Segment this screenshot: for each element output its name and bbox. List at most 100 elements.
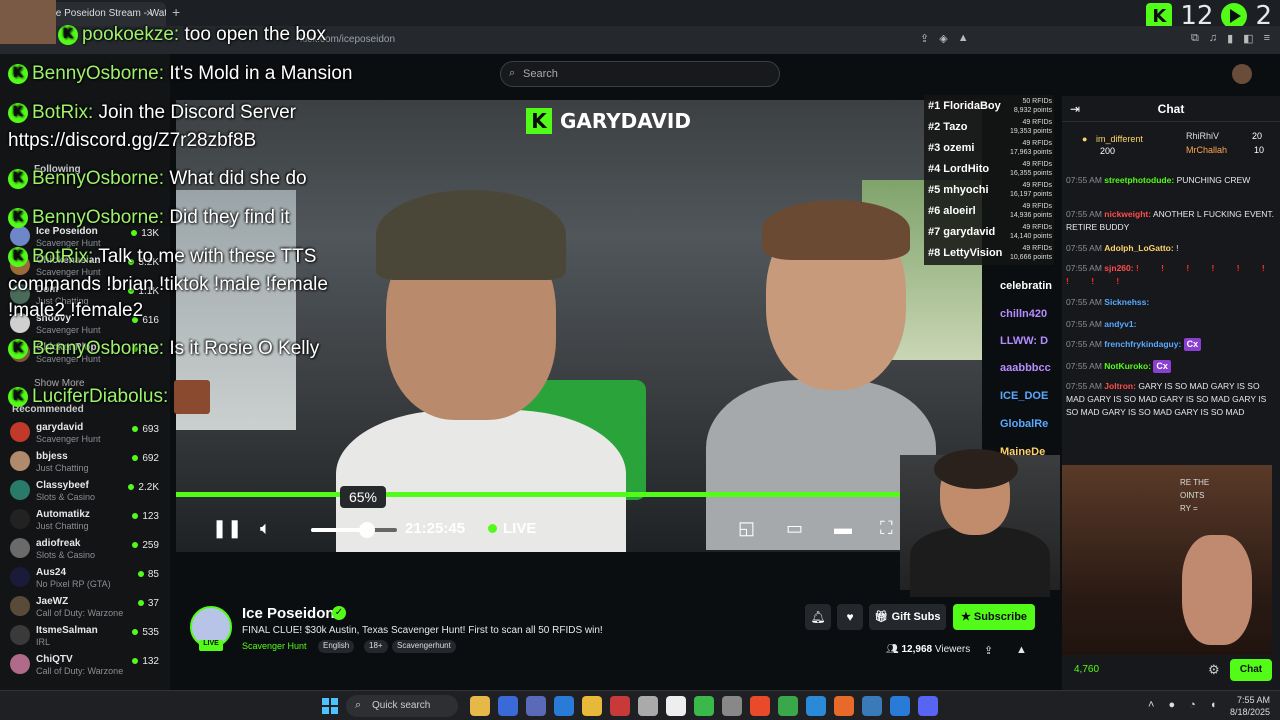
folder-icon[interactable] — [582, 696, 602, 716]
chat-username[interactable]: streetphotodude: — [1104, 175, 1174, 185]
vscode-icon[interactable] — [890, 696, 910, 716]
extensions-icon[interactable]: ⧉ — [1191, 32, 1199, 45]
channel-avatar — [10, 422, 30, 442]
clip-icon[interactable]: ▭ — [786, 518, 803, 539]
windows-start-icon[interactable] — [322, 698, 338, 714]
chat-username[interactable]: Joltron: — [1104, 381, 1136, 391]
network-icon[interactable]: ◔ — [1189, 699, 1196, 711]
share-icon[interactable]: ⇪ — [920, 32, 929, 45]
chat-message: 07:55 AM sjn260: ! ! ! ! ! ! ! ! ! — [1066, 262, 1276, 288]
recommended-channel[interactable]: ChiQTV Call of Duty: Warzone 132 — [10, 652, 165, 680]
alert-icon[interactable]: ▲ — [958, 32, 969, 45]
chat-username[interactable]: Sicknehss: — [1104, 297, 1149, 307]
channel-name[interactable]: Ice Poseidon — [242, 605, 335, 622]
volume-slider[interactable] — [311, 522, 397, 538]
chat-settings-icon[interactable]: ⚙ — [1208, 662, 1220, 678]
recommended-channel[interactable]: JaeWZ Call of Duty: Warzone 37 — [10, 594, 165, 622]
report-icon[interactable]: ▲ — [1016, 644, 1027, 656]
gifter-3-name[interactable]: MrChallah — [1186, 145, 1227, 155]
recommended-channel[interactable]: Classybeef Slots & Casino 2.2K — [10, 478, 165, 506]
app-icon[interactable] — [470, 696, 490, 716]
recommended-channel[interactable]: bbjess Just Chatting 692 — [10, 449, 165, 477]
chrome-icon[interactable] — [778, 696, 798, 716]
app-icon[interactable] — [666, 696, 686, 716]
recommended-channel[interactable]: Automatikz Just Chatting 123 — [10, 507, 165, 535]
live-indicator[interactable]: LIVE — [488, 520, 536, 537]
viewers-label: Viewers — [934, 644, 971, 655]
room-camera — [1062, 465, 1272, 655]
brave-icon[interactable] — [750, 696, 770, 716]
chat-text: ! — [1176, 243, 1179, 253]
volume-knob[interactable] — [358, 522, 375, 538]
leaderboard-points: 49 RFIDs 14,140 points — [1009, 224, 1052, 240]
overlay-chat-user: BennyOsborne: — [32, 168, 165, 189]
volume-icon[interactable]: 🔈︎ — [260, 518, 271, 539]
chat-username[interactable]: Adolph_LoGatto: — [1104, 243, 1173, 253]
tray-chevron-icon[interactable]: ˄ — [1148, 699, 1154, 711]
chat-username[interactable]: sjn260: — [1104, 263, 1133, 273]
app-icon[interactable] — [526, 696, 546, 716]
gift-subs-button[interactable]: 🎁︎ Gift Subs — [869, 604, 946, 630]
chat-username[interactable]: frenchfrykindaguy: — [1104, 339, 1181, 349]
menu-icon[interactable]: ≡ — [1264, 32, 1270, 45]
app-icon[interactable] — [638, 696, 658, 716]
app-icon[interactable] — [554, 696, 574, 716]
gifter-1-name[interactable]: im_different — [1096, 134, 1143, 144]
collapse-chat-icon[interactable]: ⇥ — [1070, 96, 1080, 122]
app-icon[interactable] — [722, 696, 742, 716]
overlay-chat-text: https://discord.gg/Z7r28zbf8B — [8, 130, 257, 151]
sidebar-icon[interactable]: ▮ — [1227, 32, 1233, 45]
follow-heart-button[interactable]: ♥ — [837, 604, 863, 630]
stream-category[interactable]: Scavenger Hunt — [242, 641, 307, 651]
chat-send-button[interactable]: Chat — [1230, 659, 1272, 681]
recommended-channel[interactable]: Aus24 No Pixel RP (GTA) 85 — [10, 565, 165, 593]
firefox-icon[interactable] — [834, 696, 854, 716]
recommended-channel[interactable]: garydavid Scavenger Hunt 693 — [10, 420, 165, 448]
taskbar-search[interactable]: ⌕ Quick search — [346, 695, 458, 717]
chat-username[interactable]: andyv1: — [1104, 319, 1136, 329]
subscribe-button[interactable]: ★ Subscribe — [953, 604, 1035, 630]
app-icon[interactable] — [862, 696, 882, 716]
discord-icon[interactable] — [918, 696, 938, 716]
tag-scavengerhunt[interactable]: Scavengerhunt — [392, 640, 456, 653]
kick-badge-icon: K — [8, 168, 28, 189]
chat-timestamp: 07:55 AM — [1066, 381, 1102, 391]
tag-english[interactable]: English — [318, 640, 355, 653]
gifter-2-name[interactable]: RhiRhiV — [1186, 131, 1219, 141]
leaderboard-row: #4 LordHito 49 RFIDs 16,355 points — [928, 160, 1052, 180]
speaker-icon[interactable]: ◖ — [1210, 699, 1217, 711]
stream-brand: K GARYDAVID — [526, 108, 691, 134]
pause-icon[interactable]: ❚❚ — [212, 518, 242, 539]
url-actions: ⇪ ◈ ▲ — [920, 32, 969, 45]
seek-bar[interactable] — [176, 492, 982, 497]
channel-avatar — [10, 596, 30, 616]
fullscreen-icon[interactable]: ⛶ — [880, 518, 893, 539]
media-icon[interactable]: ♫ — [1209, 32, 1217, 45]
chat-timestamp: 07:55 AM — [1066, 361, 1102, 371]
share-icon[interactable]: ⇪ — [984, 644, 993, 657]
recommended-channel[interactable]: ItsmeSalman IRL 535 — [10, 623, 165, 651]
overlay-chat-text: Did they find it — [169, 207, 290, 228]
search-input[interactable]: ⌕ Search — [500, 61, 780, 87]
notification-bell-button[interactable]: 🔔︎ — [805, 604, 831, 630]
miniplayer-icon[interactable]: ◱ — [738, 518, 755, 539]
chat-username[interactable]: NotKuroko: — [1104, 361, 1151, 371]
edge-icon[interactable] — [806, 696, 826, 716]
theater-icon[interactable]: ▬ — [834, 518, 852, 539]
app-icon[interactable] — [498, 696, 518, 716]
live-dot-icon — [132, 426, 139, 432]
microphone-icon[interactable]: ● — [1168, 699, 1175, 711]
chat-timestamp: 07:55 AM — [1066, 209, 1102, 219]
leaderboard-points: 49 RFIDs 10,666 points — [1009, 245, 1052, 261]
tag-18plus[interactable]: 18+ — [364, 640, 388, 653]
app-icon[interactable] — [610, 696, 630, 716]
user-avatar[interactable] — [1232, 64, 1252, 84]
recommended-channel[interactable]: adiofreak Slots & Casino 259 — [10, 536, 165, 564]
chat-username[interactable]: nickweight: — [1104, 209, 1151, 219]
kick-badge-icon: K — [8, 207, 28, 228]
shield-icon[interactable]: ◈ — [939, 32, 947, 45]
app-icon[interactable] — [694, 696, 714, 716]
clock[interactable]: 7:55 AM 8/18/2025 — [1230, 694, 1270, 718]
wallet-icon[interactable]: ◧ — [1243, 32, 1253, 45]
chat-text: PUNCHING CREW — [1176, 175, 1251, 185]
